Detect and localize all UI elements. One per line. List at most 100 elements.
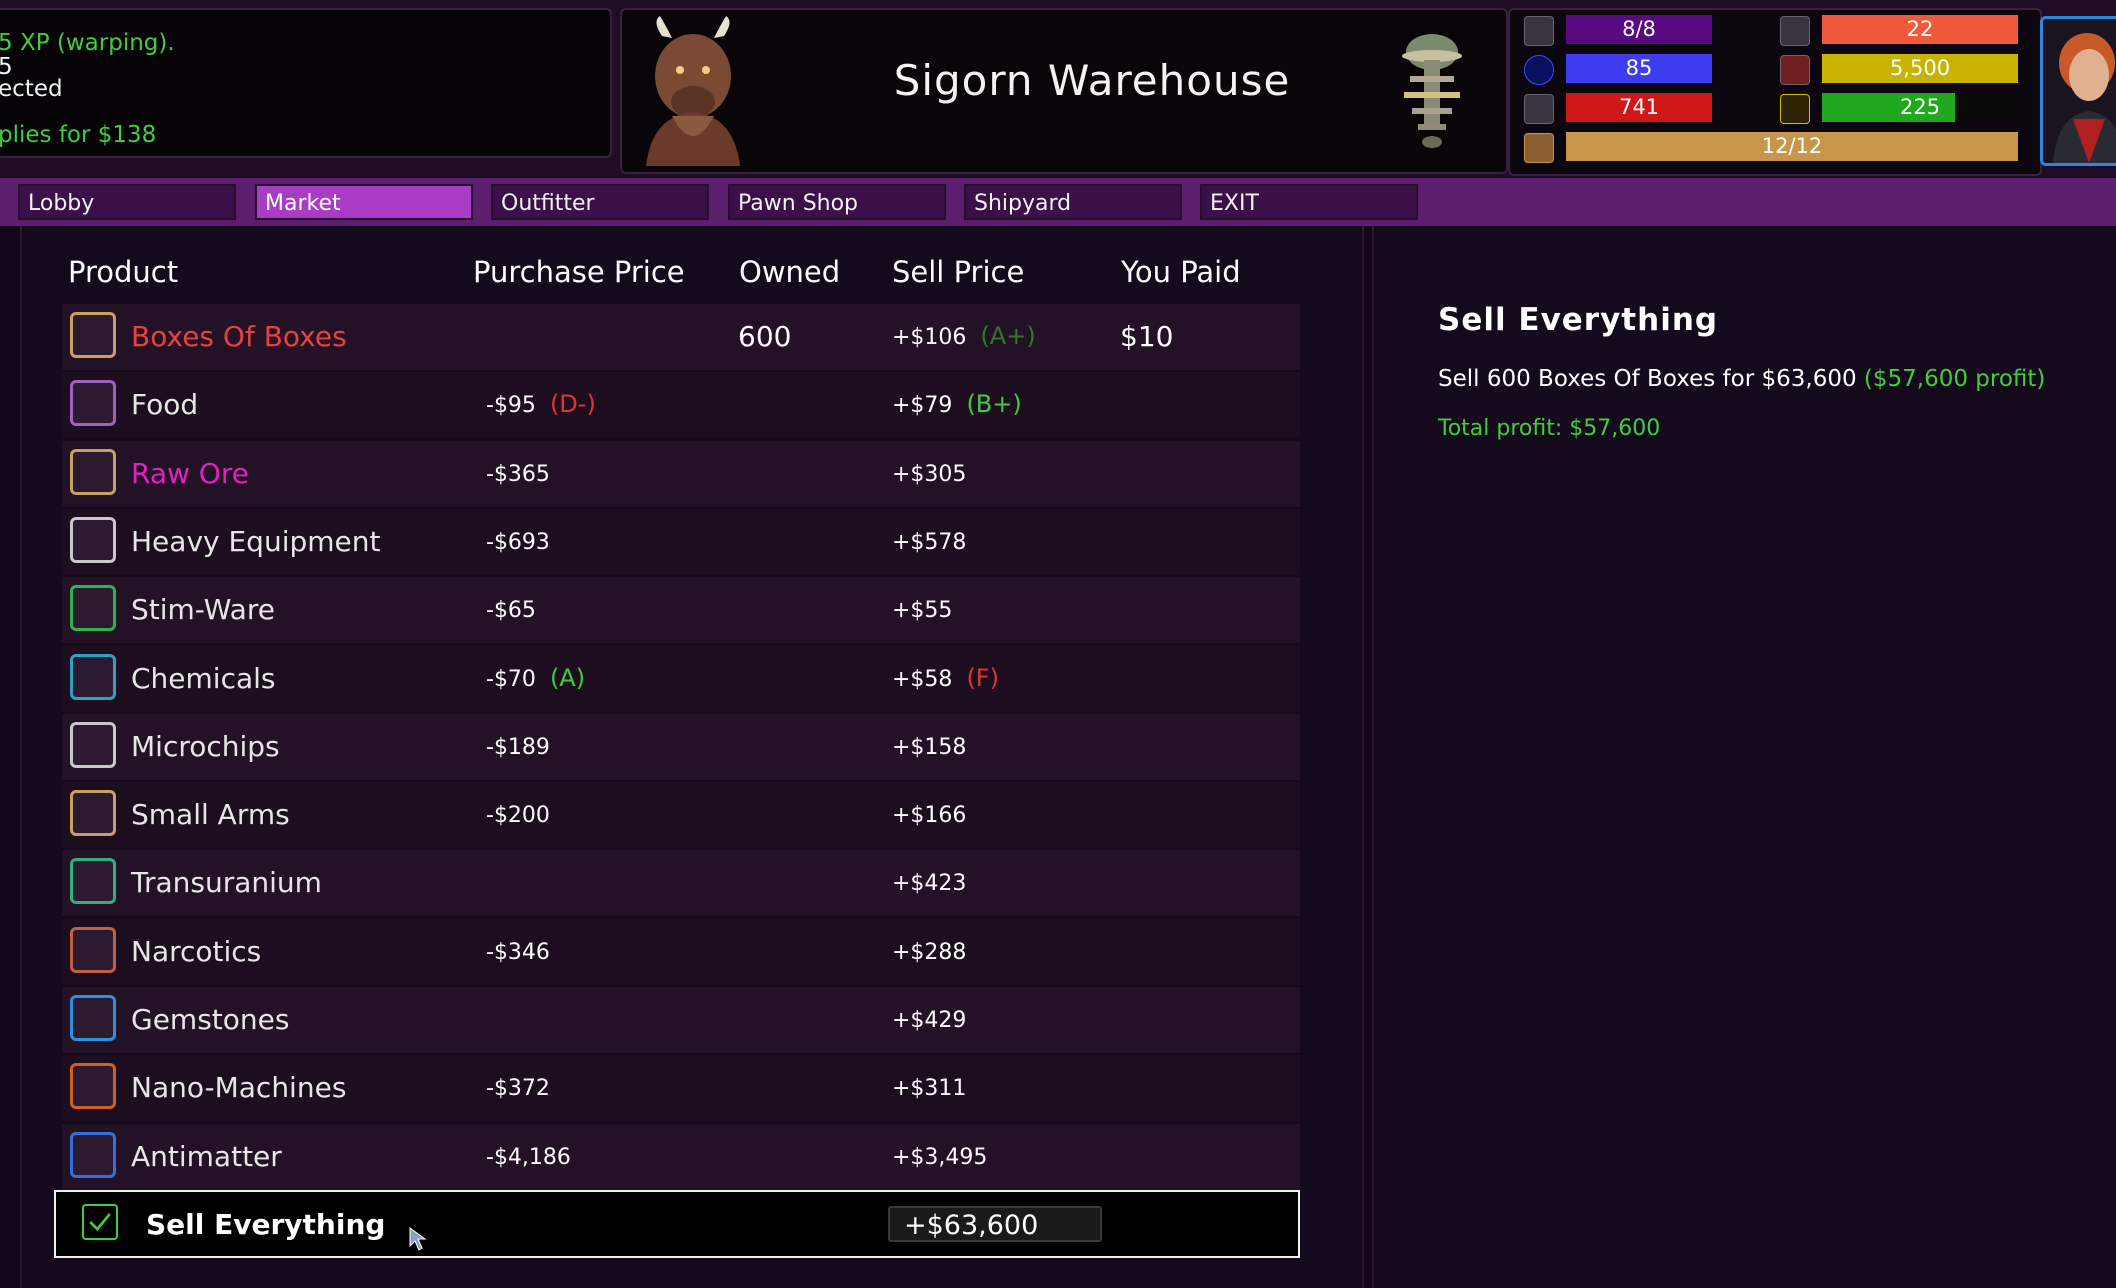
sell-everything-total: +$63,600	[888, 1206, 1102, 1242]
table-row[interactable]: Transuranium +$423	[62, 850, 1300, 916]
sell-price: +$55	[892, 595, 966, 623]
purchase-price-value: -$200	[486, 803, 550, 828]
purchase-price-value: -$4,186	[486, 1145, 571, 1170]
table-row[interactable]: Chemicals -$70 (A) +$58 (F)	[62, 646, 1300, 712]
header-purchase-price: Purchase Price	[473, 255, 685, 289]
product-name: Raw Ore	[131, 457, 249, 490]
speed-value: 225	[1899, 95, 1941, 119]
mouse-cursor-icon	[409, 1227, 427, 1251]
weapons-icon	[1780, 16, 1810, 46]
purchase-price-value: -$693	[486, 530, 550, 555]
table-row[interactable]: Food -$95 (D-) +$79 (B+)	[62, 372, 1300, 438]
summary-sale-text: Sell 600 Boxes Of Boxes for $63,600	[1438, 366, 1857, 392]
sell-price-value: +$288	[892, 940, 967, 965]
table-row[interactable]: Heavy Equipment -$693 +$578	[62, 509, 1300, 575]
crew-bar: 8/8	[1566, 15, 1712, 44]
purchase-price	[486, 1005, 500, 1033]
purchase-price: -$95 (D-)	[486, 390, 596, 418]
cargo-icon	[1524, 133, 1554, 163]
shield-value: 85	[1625, 56, 1653, 80]
product-name: Transuranium	[131, 866, 322, 899]
sell-price: +$305	[892, 459, 980, 487]
summary-description: Sell 600 Boxes Of Boxes for $63,600 ($57…	[1438, 366, 2045, 392]
sell-price: +$158	[892, 732, 980, 760]
fuel-value: 5,500	[1889, 56, 1951, 80]
tab-exit[interactable]: EXIT	[1200, 184, 1418, 220]
atom-star-icon	[70, 858, 116, 904]
sell-price-value: +$166	[892, 803, 967, 828]
you-paid: $10	[1120, 320, 1174, 353]
tab-outfitter[interactable]: Outfitter	[491, 184, 709, 220]
hull-value: 741	[1618, 95, 1660, 119]
fuel-bar: 5,500	[1822, 54, 2018, 83]
product-name: Gemstones	[131, 1003, 290, 1036]
tab-pawn-shop[interactable]: Pawn Shop	[728, 184, 946, 220]
owned-count: 600	[738, 320, 792, 353]
sell-price: +$79 (B+)	[892, 390, 1022, 418]
pill-icon	[70, 585, 116, 631]
sell-price-value: +$311	[892, 1076, 967, 1101]
sell-everything-row[interactable]: Sell Everything +$63,600	[54, 1190, 1300, 1258]
purchase-price	[486, 322, 500, 350]
purchase-price: -$365	[486, 459, 564, 487]
purchase-price: -$200	[486, 800, 564, 828]
tab-market[interactable]: Market	[255, 184, 473, 220]
purchase-price-value: -$65	[486, 598, 536, 623]
sell-price-value: +$578	[892, 530, 967, 555]
header-sell-price: Sell Price	[892, 255, 1025, 289]
sell-price-value: +$158	[892, 735, 967, 760]
header-you-paid: You Paid	[1121, 255, 1241, 289]
tab-lobby[interactable]: Lobby	[18, 184, 236, 220]
gear-icon	[70, 517, 116, 563]
checkmark-icon	[89, 1213, 111, 1232]
table-row[interactable]: Raw Ore -$365 +$305	[62, 441, 1300, 507]
log-line: ected	[0, 76, 63, 102]
location-panel: Sigorn Warehouse	[620, 8, 1508, 174]
purchase-price: -$189	[486, 732, 564, 760]
sell-price-value: +$79	[892, 393, 953, 418]
sell-everything-checkbox[interactable]	[82, 1204, 118, 1240]
sell-price: +$311	[892, 1073, 980, 1101]
product-name: Food	[131, 388, 199, 421]
sell-price-value: +$55	[892, 598, 953, 623]
product-name: Stim-Ware	[131, 593, 275, 626]
sell-price: +$58 (F)	[892, 664, 999, 692]
sell-price: +$288	[892, 937, 980, 965]
ore-icon	[70, 449, 116, 495]
captain-portrait[interactable]	[2040, 16, 2116, 166]
table-row[interactable]: Small Arms -$200 +$166	[62, 782, 1300, 848]
sell-price: +$3,495	[892, 1142, 1001, 1170]
purchase-price-value: -$346	[486, 940, 550, 965]
hull-icon	[1524, 94, 1554, 124]
box-icon	[70, 312, 116, 358]
table-row[interactable]: Narcotics -$346 +$288	[62, 919, 1300, 985]
crossed-swords-icon	[70, 790, 116, 836]
shield-bar: 85	[1566, 54, 1712, 83]
table-row[interactable]: Microchips -$189 +$158	[62, 714, 1300, 780]
table-row[interactable]: Boxes Of Boxes 600 +$106 (A+) $10	[62, 304, 1300, 370]
syringe-icon	[70, 927, 116, 973]
product-name: Nano-Machines	[131, 1071, 347, 1104]
table-row[interactable]: Gemstones +$429	[62, 987, 1300, 1053]
table-row[interactable]: Nano-Machines -$372 +$311	[62, 1055, 1300, 1121]
purchase-grade: (D-)	[549, 390, 596, 418]
sell-grade: (F)	[966, 664, 999, 692]
purchase-price-value: -$365	[486, 462, 550, 487]
sell-price-value: +$305	[892, 462, 967, 487]
sell-price-value: +$3,495	[892, 1145, 988, 1170]
cargo-value: 12/12	[1761, 134, 1823, 158]
gem-icon	[70, 995, 116, 1041]
crew-icon	[1524, 16, 1554, 46]
purchase-price-value: -$372	[486, 1076, 550, 1101]
location-title: Sigorn Warehouse	[893, 56, 1291, 105]
product-name: Narcotics	[131, 935, 262, 968]
log-line: 5 XP (warping).	[0, 30, 175, 56]
purchase-price	[486, 868, 500, 896]
table-row[interactable]: Antimatter -$4,186 +$3,495	[62, 1124, 1300, 1190]
tab-shipyard[interactable]: Shipyard	[964, 184, 1182, 220]
sell-price-value: +$58	[892, 667, 953, 692]
table-row[interactable]: Stim-Ware -$65 +$55	[62, 577, 1300, 643]
product-name: Heavy Equipment	[131, 525, 381, 558]
purchase-price: -$70 (A)	[486, 664, 585, 692]
sell-everything-label: Sell Everything	[146, 1208, 386, 1241]
